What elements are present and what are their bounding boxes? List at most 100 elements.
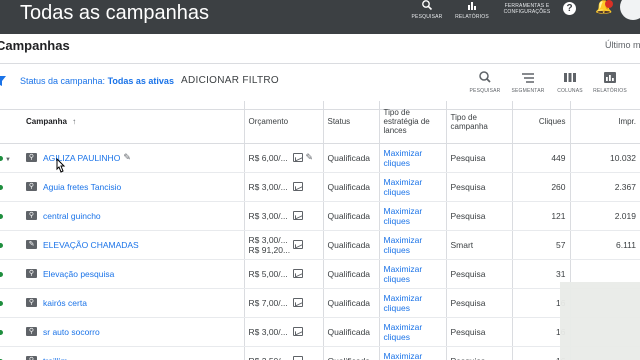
budget-chart-icon[interactable]: [292, 182, 303, 192]
column-header-budget[interactable]: Orçamento: [243, 101, 323, 144]
bar-chart-icon: [468, 2, 476, 10]
campaign-cell: ✎ ELEVAÇÃO CHAMADAS: [22, 230, 244, 260]
budget-chart-icon[interactable]: [292, 327, 303, 337]
bid-strategy-link[interactable]: Maximizar cliques: [378, 143, 446, 173]
budget-chart-icon[interactable]: [292, 356, 303, 360]
toolbar-reports-button[interactable]: RELATÓRIOS: [592, 70, 628, 94]
avatar[interactable]: [620, 0, 640, 20]
table-row[interactable]: ▼ ⚲ AGILIZA PAULINHO ✎ R$ 6,00/... ✎ Qualifica…: [0, 143, 640, 173]
bid-strategy-link[interactable]: Maximizar cliques: [378, 201, 446, 231]
table-row[interactable]: ⚲ central guincho R$ 3,00/... Qualificada Ma…: [0, 201, 640, 231]
campaign-type-cell: Pesquisa: [445, 317, 512, 347]
notification-badge: [605, 0, 613, 8]
status-dot-cell[interactable]: [0, 172, 22, 202]
campaign-name-link[interactable]: ELEVAÇÃO CHAMADAS: [43, 240, 139, 250]
status-dot-cell[interactable]: [0, 201, 22, 231]
enabled-status-dot[interactable]: [0, 271, 3, 277]
status-filter-chip[interactable]: Status da campanha: Todas as ativas: [20, 76, 174, 86]
toolbar-search-button[interactable]: PESQUISAR: [467, 70, 503, 94]
status-filter-label: Status da campanha:: [20, 76, 106, 86]
bid-strategy-link[interactable]: Maximizar cliques: [378, 172, 446, 202]
add-filter-button[interactable]: ADICIONAR FILTRO: [181, 75, 279, 86]
campaigns-table: Campanha ↑ Orçamento Status Tipo de estr…: [0, 101, 640, 360]
segment-icon: [522, 73, 534, 83]
toolbar-columns-label: COLUNAS: [557, 88, 583, 94]
column-header-clicks[interactable]: Cliques: [511, 101, 570, 144]
table-row[interactable]: ⚲ sr auto socorro R$ 3,00/... Qualificada Ma…: [0, 317, 640, 347]
enabled-status-dot[interactable]: [0, 242, 3, 248]
budget-cell: R$ 7,00/...: [243, 288, 323, 318]
status-dot-cell[interactable]: [0, 259, 22, 289]
campaign-name-link[interactable]: traillim: [43, 356, 68, 360]
budget-cell: R$ 3,00/... R$ 91,20...: [243, 230, 323, 260]
toolbar-segment-button[interactable]: SEGMENTAR: [510, 70, 546, 94]
column-header-campaign-type[interactable]: Tipo de campanha: [445, 101, 512, 144]
budget-chart-icon[interactable]: [292, 211, 303, 221]
budget-chart-icon[interactable]: [292, 153, 303, 163]
budget-value: R$ 3,00/...: [248, 181, 288, 192]
campaign-name-link[interactable]: Elevação pesquisa: [43, 269, 114, 279]
dropdown-arrow-icon[interactable]: ▼: [5, 157, 11, 163]
enabled-status-dot[interactable]: [0, 213, 3, 219]
header-search-button[interactable]: PESQUISAR: [410, 0, 444, 20]
budget-chart-icon[interactable]: [292, 269, 303, 279]
table-row[interactable]: ⚲ Aguia fretes Tancisio R$ 3,00/... Qualifi…: [0, 172, 640, 202]
table-row[interactable]: ⚲ Elevação pesquisa R$ 5,00/... Qualificada…: [0, 259, 640, 289]
bid-strategy-link[interactable]: Maximizar cliques: [378, 259, 446, 289]
budget-value: R$ 91,20...: [248, 244, 291, 255]
status-dot-cell[interactable]: ▼: [0, 143, 22, 173]
toolbar-reports-label: RELATÓRIOS: [593, 88, 627, 94]
campaign-type-cell: Smart: [445, 230, 512, 260]
status-dot-cell[interactable]: [0, 317, 22, 347]
column-header-campaign[interactable]: Campanha ↑: [22, 101, 244, 144]
campaign-name-link[interactable]: central guincho: [43, 211, 101, 221]
status-dot-cell[interactable]: [0, 230, 22, 260]
impressions-cell: 6.111: [569, 230, 640, 260]
enabled-status-dot[interactable]: [0, 329, 3, 335]
filter-icon[interactable]: [0, 76, 6, 86]
column-header-impressions[interactable]: Impr.: [569, 101, 640, 144]
status-cell: Qualificada: [322, 346, 379, 360]
campaign-type-cell: Pesquisa: [445, 143, 512, 173]
enabled-status-dot[interactable]: [0, 300, 3, 306]
select-column-header: [0, 101, 22, 144]
campaign-name-link[interactable]: Aguia fretes Tancisio: [43, 182, 121, 192]
date-range-selector[interactable]: Último m: [605, 40, 640, 50]
help-icon[interactable]: ?: [563, 2, 576, 15]
bid-strategy-link[interactable]: Maximizar cliques: [378, 317, 446, 347]
enabled-status-dot[interactable]: [0, 184, 3, 190]
campaign-name-link[interactable]: sr auto socorro: [43, 327, 100, 337]
video-overlay: [560, 282, 640, 360]
campaign-name-link[interactable]: kairós certa: [43, 298, 87, 308]
campaign-cell: ⚲ Elevação pesquisa: [22, 259, 244, 289]
campaign-type-cell: Pesquisa: [445, 201, 512, 231]
mouse-cursor-icon: [56, 158, 66, 173]
toolbar-search-label: PESQUISAR: [469, 88, 501, 94]
header-tools-button[interactable]: FERRAMENTAS E CONFIGURAÇÕES: [500, 3, 554, 15]
edit-budget-pencil-icon[interactable]: ✎: [306, 152, 314, 162]
page-title: Campanhas: [0, 38, 70, 53]
status-dot-cell[interactable]: [0, 346, 22, 360]
page-header: Campanhas Último m: [0, 34, 640, 64]
column-header-bid-strategy[interactable]: Tipo de estratégia de lances: [378, 101, 446, 144]
table-row[interactable]: ✎ ELEVAÇÃO CHAMADAS R$ 3,00/... R$ 91,20...…: [0, 230, 640, 260]
budget-chart-icon[interactable]: [292, 240, 303, 249]
table-row[interactable]: ⚲ kairós certa R$ 7,00/... Qualificada Maxim…: [0, 288, 640, 318]
campaign-type-cell: Pesquisa: [445, 288, 512, 318]
enabled-status-dot[interactable]: [0, 155, 3, 161]
column-header-status[interactable]: Status: [322, 101, 379, 144]
header-reports-button[interactable]: RELATÓRIOS: [454, 0, 490, 20]
bid-strategy-link[interactable]: Maximizar cliques: [378, 230, 446, 260]
bid-strategy-link[interactable]: Maximizar cliques: [378, 346, 446, 360]
status-dot-cell[interactable]: [0, 288, 22, 318]
clicks-cell: 449: [511, 143, 570, 173]
edit-pencil-icon[interactable]: ✎: [123, 152, 131, 162]
columns-icon: [564, 73, 576, 82]
search-campaign-icon: ⚲: [26, 153, 37, 163]
toolbar-columns-button[interactable]: COLUNAS: [552, 70, 588, 94]
header-reports-label: RELATÓRIOS: [455, 14, 489, 20]
budget-chart-icon[interactable]: [292, 298, 303, 308]
bid-strategy-link[interactable]: Maximizar cliques: [378, 288, 446, 318]
table-row[interactable]: ⚲ traillim R$ 2,50/... QualificadaMaximizar…: [0, 346, 640, 360]
campaign-cell: ⚲ Aguia fretes Tancisio: [22, 172, 244, 202]
